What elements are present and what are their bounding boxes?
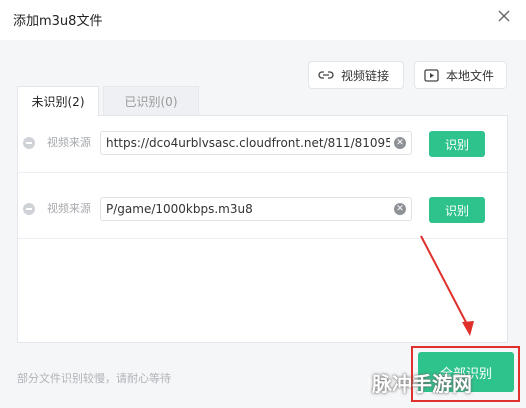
video-file-icon	[424, 68, 439, 82]
identify-button[interactable]: 识别	[429, 131, 485, 157]
list-item: 视频来源 https://dco4urblvsasc.cloudfront.ne…	[18, 116, 507, 173]
video-source-url: https://dco4urblvsasc.cloudfront.net/811…	[106, 136, 390, 150]
list-item: 视频来源 P/game/1000kbps.m3u8 ✕ 识别	[18, 182, 507, 239]
footer-note: 部分文件识别较慢，请耐心等待	[17, 372, 171, 385]
identify-button[interactable]: 识别	[429, 197, 485, 223]
remove-item-button[interactable]	[23, 203, 35, 215]
tab-identified[interactable]: 已识别(0)	[103, 86, 199, 116]
add-m3u8-dialog: 添加m3u8文件 视频链接 本地文件 未识别(2) 已识别(0) 视频来源 ht…	[0, 0, 526, 408]
tab-unidentified[interactable]: 未识别(2)	[17, 86, 99, 116]
video-link-button[interactable]: 视频链接	[308, 61, 404, 89]
clear-input-icon[interactable]: ✕	[394, 137, 406, 149]
video-source-input[interactable]: P/game/1000kbps.m3u8 ✕	[100, 197, 412, 221]
remove-item-button[interactable]	[23, 137, 35, 149]
watermark-text: 脉冲手游网	[372, 372, 472, 396]
close-icon	[498, 10, 510, 22]
video-link-label: 视频链接	[341, 68, 390, 83]
close-button[interactable]	[492, 4, 516, 28]
file-list-panel: 视频来源 https://dco4urblvsasc.cloudfront.ne…	[17, 115, 508, 343]
clear-input-icon[interactable]: ✕	[394, 203, 406, 215]
link-icon	[318, 71, 334, 79]
local-file-label: 本地文件	[446, 68, 495, 83]
video-source-label: 视频来源	[47, 202, 91, 215]
dialog-title: 添加m3u8文件	[13, 14, 103, 29]
video-source-url: P/game/1000kbps.m3u8	[106, 202, 253, 216]
video-source-label: 视频来源	[47, 136, 91, 149]
local-file-button[interactable]: 本地文件	[414, 61, 507, 89]
title-bar: 添加m3u8文件	[0, 0, 526, 40]
video-source-input[interactable]: https://dco4urblvsasc.cloudfront.net/811…	[100, 131, 412, 155]
